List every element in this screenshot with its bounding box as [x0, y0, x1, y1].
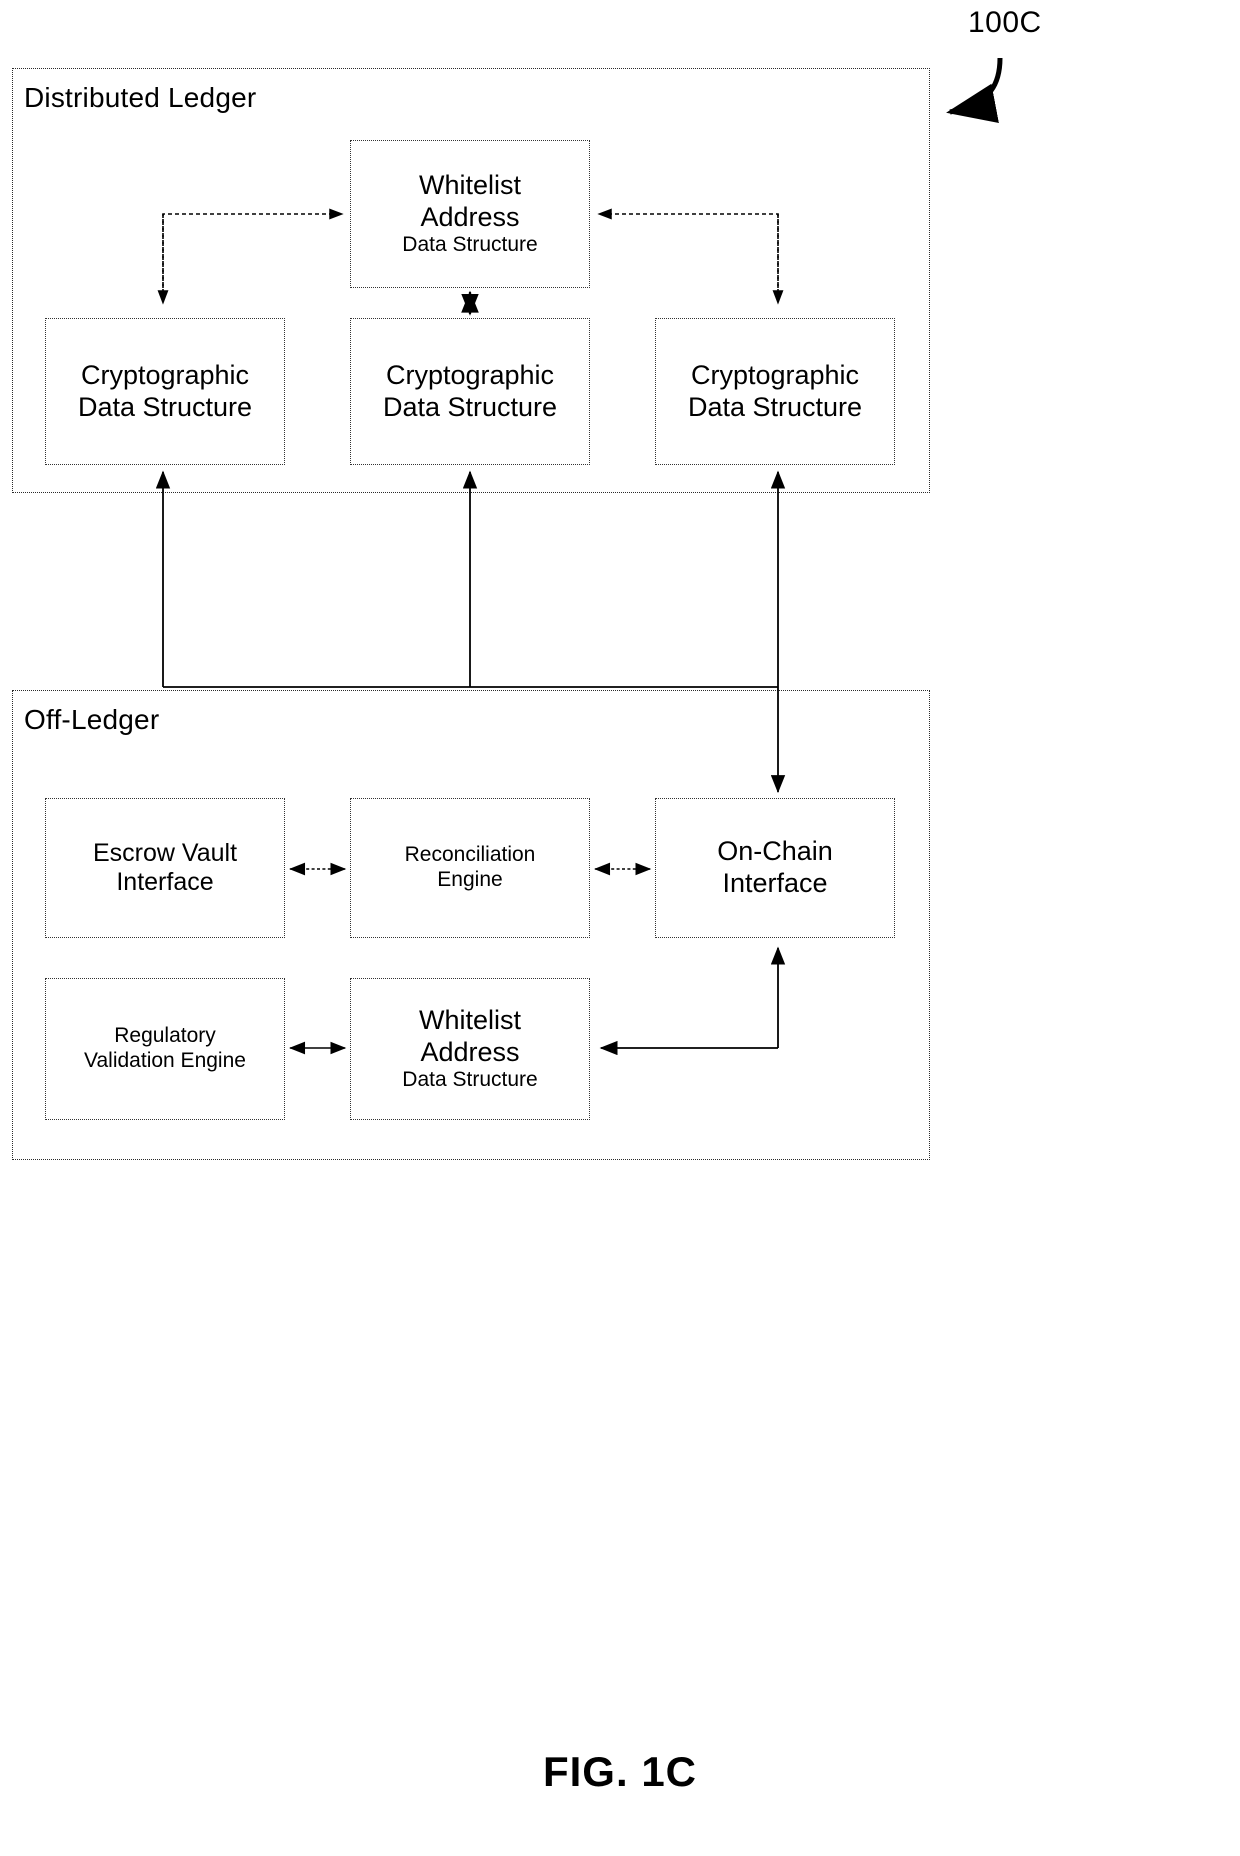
distributed-ledger-title: Distributed Ledger	[24, 82, 257, 113]
reference-leader-arrow	[946, 57, 1003, 124]
node-whitelist-offledger-line2: Address	[420, 1036, 520, 1067]
node-whitelist-address-ledger-line1: Whitelist	[418, 169, 521, 200]
node-on-chain-line1: On-Chain	[717, 836, 833, 867]
node-reconciliation-engine[interactable]: Reconciliation Engine	[350, 798, 590, 938]
node-whitelist-address-offledger[interactable]: Whitelist Address Data Structure	[350, 978, 590, 1120]
node-whitelist-offledger-line1: Whitelist	[418, 1004, 521, 1035]
node-escrow-vault-interface[interactable]: Escrow Vault Interface	[45, 798, 285, 938]
node-cryptographic-data-structure-right[interactable]: Cryptographic Data Structure	[655, 318, 895, 465]
node-whitelist-address-ledger[interactable]: Whitelist Address Data Structure	[350, 140, 590, 288]
figure-caption: FIG. 1C	[542, 1748, 698, 1795]
node-crypto-right-line2: Data Structure	[687, 391, 863, 422]
node-regulatory-validation-engine[interactable]: Regulatory Validation Engine	[45, 978, 285, 1120]
figure-canvas: 100C Distributed Ledger Whitelist Addres…	[0, 0, 1240, 1856]
node-crypto-center-line2: Data Structure	[382, 391, 558, 422]
node-crypto-left-line1: Cryptographic	[80, 359, 250, 390]
node-crypto-left-line2: Data Structure	[77, 391, 253, 422]
node-reconciliation-line2: Engine	[437, 868, 503, 891]
off-ledger-title: Off-Ledger	[24, 704, 160, 735]
node-regulatory-line1: Regulatory	[114, 1024, 216, 1048]
node-reconciliation-line1: Reconciliation	[404, 843, 536, 867]
node-crypto-right-line1: Cryptographic	[690, 359, 860, 390]
node-whitelist-offledger-line3: Data Structure	[402, 1068, 538, 1092]
node-cryptographic-data-structure-left[interactable]: Cryptographic Data Structure	[45, 318, 285, 465]
node-crypto-center-line1: Cryptographic	[385, 359, 555, 390]
node-escrow-vault-line2: Interface	[116, 868, 214, 896]
connector-onchain-bus-to-crypto	[155, 470, 778, 688]
node-escrow-vault-line1: Escrow Vault	[92, 838, 238, 867]
node-regulatory-line2: Validation Engine	[84, 1049, 246, 1072]
node-whitelist-address-ledger-line3: Data Structure	[402, 233, 538, 257]
node-on-chain-line2: Interface	[722, 868, 828, 898]
reference-numeral-100c: 100C	[968, 6, 1042, 39]
node-cryptographic-data-structure-center[interactable]: Cryptographic Data Structure	[350, 318, 590, 465]
node-whitelist-address-ledger-line2: Address	[420, 201, 520, 232]
node-on-chain-interface[interactable]: On-Chain Interface	[655, 798, 895, 938]
